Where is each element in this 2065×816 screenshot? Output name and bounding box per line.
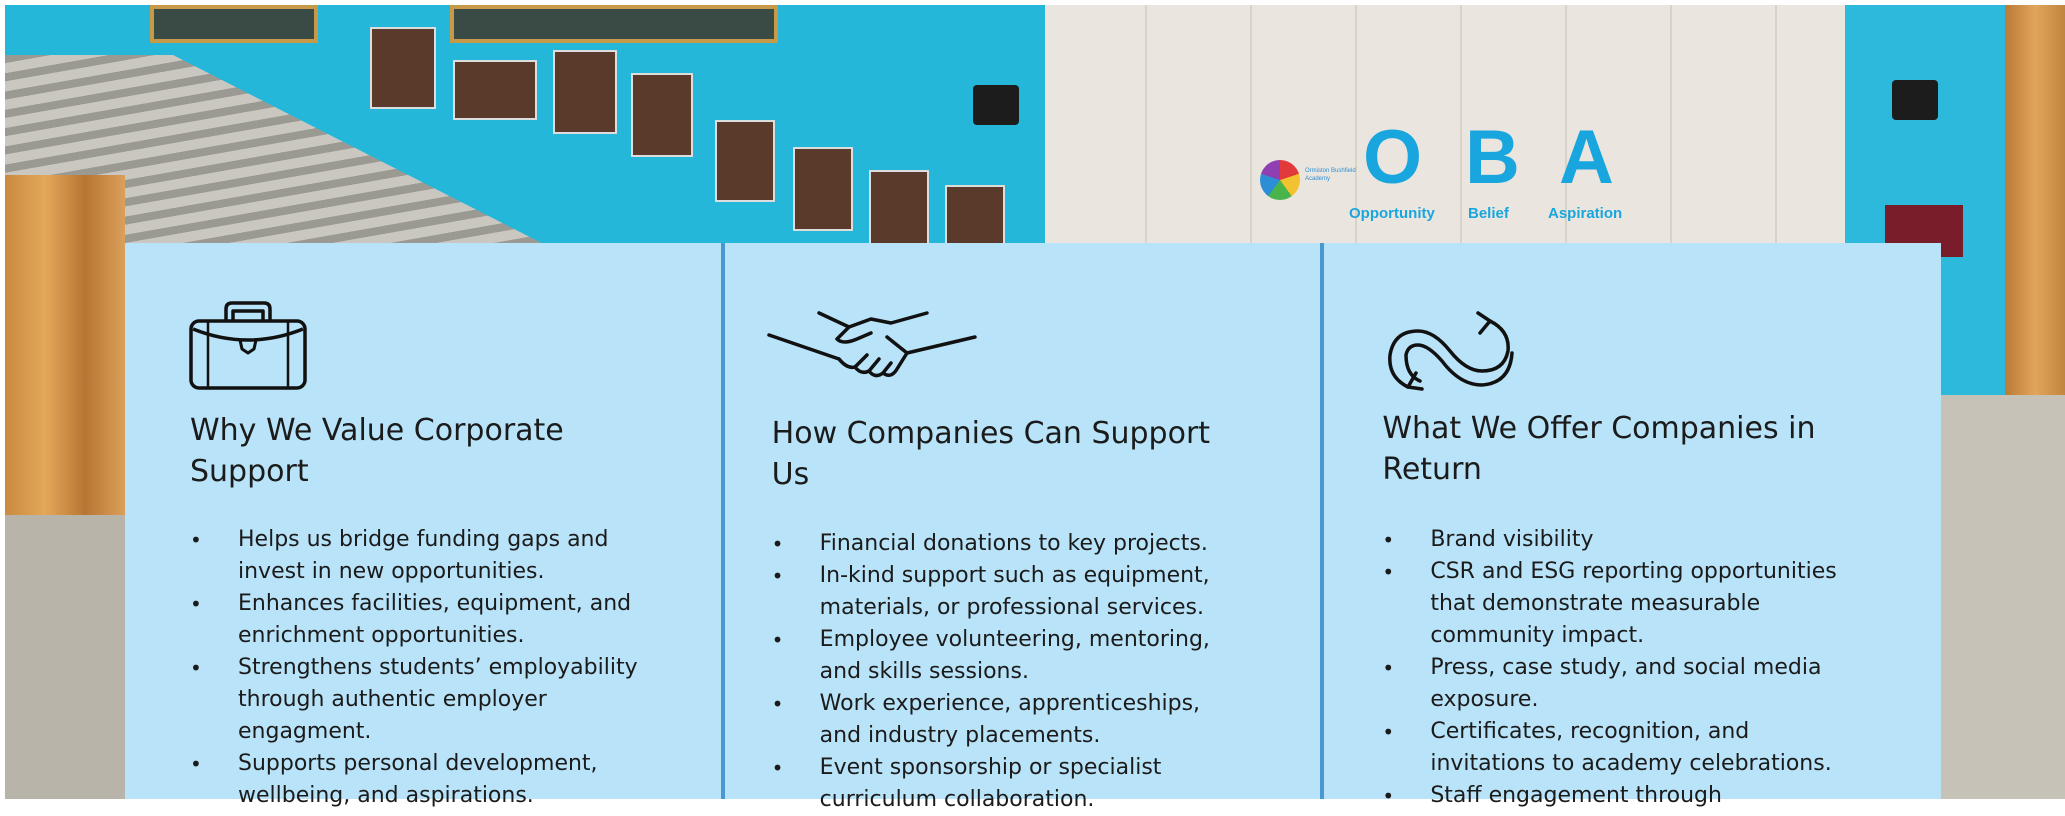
bullet-list: Helps us bridge funding gaps and invest … <box>190 524 660 812</box>
school-name: Ormiston Bushfield Academy <box>1305 168 1356 182</box>
wall-photo <box>553 50 617 134</box>
wall-speaker <box>1892 80 1938 120</box>
list-item: Strengthens students’ employability thro… <box>190 652 660 748</box>
list-item: Staff engagement through <box>1382 780 1852 812</box>
wall-photo <box>869 170 929 249</box>
card-title: What We Offer Companies in Return <box>1382 411 1816 487</box>
wall-speaker <box>973 85 1019 125</box>
window <box>150 5 318 43</box>
list-item: Press, case study, and social media expo… <box>1382 652 1852 716</box>
exchange-arrows-icon <box>1388 311 1515 391</box>
wall-photo <box>370 27 436 109</box>
card-how-support: How Companies Can Support Us Financial d… <box>724 243 1321 812</box>
wall-photo <box>631 73 693 157</box>
bullet-list: Brand visibility CSR and ESG reporting o… <box>1382 524 1852 812</box>
card-what-offer: What We Offer Companies in Return Brand … <box>1324 243 1941 812</box>
card-title: Why We Value Corporate Support <box>190 413 564 489</box>
list-item: Event sponsorship or specialist curricul… <box>772 752 1242 816</box>
handshake-icon <box>766 311 977 378</box>
card-title: How Companies Can Support Us <box>771 416 1211 492</box>
bullet-list: Financial donations to key projects. In-… <box>772 528 1242 816</box>
list-item: In-kind support such as equipment, mater… <box>772 560 1242 624</box>
list-item: CSR and ESG reporting opportunities that… <box>1382 556 1852 652</box>
window <box>450 5 778 43</box>
list-item: Enhances facilities, equipment, and enri… <box>190 588 660 652</box>
wood-panel-left <box>5 175 125 515</box>
floor-right <box>1935 395 2065 799</box>
sign-word-opportunity: Opportunity <box>1349 205 1435 222</box>
list-item: Brand visibility <box>1382 524 1852 556</box>
list-item: Certificates, recognition, and invitatio… <box>1382 716 1852 780</box>
sign-letter-o: O <box>1363 115 1423 200</box>
wall-photo <box>715 120 775 202</box>
sign-letter-b: B <box>1465 115 1520 200</box>
sign-letter-a: A <box>1559 115 1614 200</box>
info-cards: Why We Value Corporate Support Helps us … <box>125 243 1941 812</box>
sign-word-aspiration: Aspiration <box>1548 205 1623 222</box>
briefcase-icon <box>189 301 307 390</box>
card-why-value: Why We Value Corporate Support Helps us … <box>125 243 721 808</box>
list-item: Work experience, apprenticeships, and in… <box>772 688 1242 752</box>
academy-logo-icon <box>1260 160 1300 200</box>
sign-word-belief: Belief <box>1468 205 1509 222</box>
wood-panel-right <box>2005 5 2065 395</box>
wall-photo <box>793 147 853 231</box>
wall-photo <box>453 60 537 120</box>
list-item: Supports personal development, wellbeing… <box>190 748 660 812</box>
list-item: Employee volunteering, mentoring, and sk… <box>772 624 1242 688</box>
floor-left <box>5 515 135 799</box>
list-item: Financial donations to key projects. <box>772 528 1242 560</box>
list-item: Helps us bridge funding gaps and invest … <box>190 524 660 588</box>
